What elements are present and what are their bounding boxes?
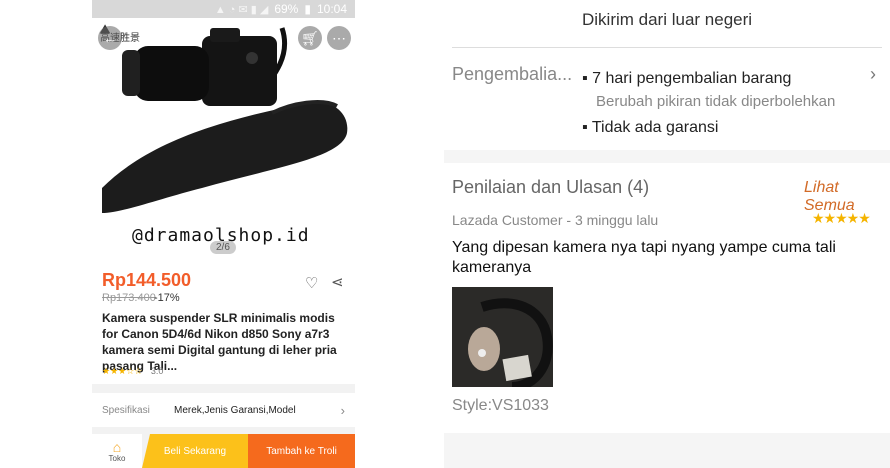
reviews-section: Penilaian dan Ulasan (4) Lihat Semua Laz…	[444, 163, 890, 433]
returns-item: ▪ 7 hari pengembalian barang	[582, 70, 792, 87]
share-icon[interactable]: ⋖	[331, 273, 344, 291]
review-text: Yang dipesan kamera nya tapi nyang yampe…	[452, 239, 836, 276]
buy-now-button[interactable]: Beli Sekarang	[142, 434, 248, 468]
store-button[interactable]: ⌂ Toko	[92, 434, 142, 468]
product-page-screenshot: ▲ ◔ ✉ ▮ ◢ 69% ▮ 10:04 ⛰ 高速胜景 ← 🛒︎ ⋯ @dra…	[92, 0, 355, 468]
returns-section[interactable]: Pengembalia... ▪ 7 hari pengembalian bar…	[444, 48, 890, 150]
product-rating[interactable]: ★★★☆☆ 3.0	[102, 366, 163, 377]
returns-item-note: Berubah pikiran tidak diperbolehkan	[596, 93, 836, 110]
battery-level: 69%	[274, 2, 299, 16]
store-label: Toko	[108, 453, 126, 463]
status-icons: ▲ ◔ ✉ ▮ ◢	[214, 3, 269, 16]
bottom-strip	[444, 433, 890, 468]
review-style: Style:VS1033	[452, 397, 549, 414]
battery-icon: ▮	[304, 2, 311, 16]
cart-button[interactable]: 🛒︎	[298, 26, 322, 50]
product-title: Kamera suspender SLR minimalis modis for…	[102, 311, 337, 373]
rating-value: 3.0	[150, 366, 164, 376]
add-to-cart-button[interactable]: Tambah ke Troli	[248, 434, 355, 468]
warranty-item: ▪ Tidak ada garansi	[582, 119, 719, 136]
clock: 10:04	[316, 2, 347, 16]
old-price: Rp173.400	[102, 292, 156, 304]
more-button[interactable]: ⋯	[327, 26, 351, 50]
review-photo-image	[452, 287, 553, 387]
review-author: Lazada Customer - 3 minggu lalu	[452, 212, 659, 228]
price: Rp144.500	[102, 270, 192, 290]
product-image[interactable]: ⛰ 高速胜景 ← 🛒︎ ⋯ @dramaolshop.id 2/6	[92, 18, 355, 262]
spec-row[interactable]: Spesifikasi Merek,Jenis Garansi,Model ›	[92, 393, 355, 427]
product-detail-screenshot: Dikirim dari luar negeri Pengembalia... …	[444, 0, 890, 468]
cart-icon: 🛒︎	[301, 29, 319, 46]
chevron-right-icon: ›	[340, 402, 345, 418]
chevron-right-icon: ›	[870, 64, 876, 84]
back-button[interactable]: ←	[98, 26, 122, 50]
status-bar: ▲ ◔ ✉ ▮ ◢ 69% ▮ 10:04	[92, 0, 355, 18]
store-icon: ⌂	[112, 438, 122, 455]
discount-badge: -17%	[154, 292, 180, 304]
image-counter: 2/6	[210, 241, 236, 254]
more-icon: ⋯	[332, 29, 346, 46]
heart-icon[interactable]: ♡	[305, 274, 318, 292]
shipping-section: Dikirim dari luar negeri	[444, 0, 890, 48]
shipping-origin: Dikirim dari luar negeri	[582, 10, 753, 29]
price-card: Rp144.500 Rp173.400 -17% ♡ ⋖ Kamera susp…	[92, 262, 355, 384]
back-arrow-icon: ←	[103, 30, 117, 46]
review-photo[interactable]	[452, 287, 553, 387]
returns-label: Pengembalia...	[452, 64, 573, 84]
spec-value: Merek,Jenis Garansi,Model	[174, 404, 296, 416]
rating-stars: ★★★☆☆	[102, 366, 143, 376]
review-stars: ★★★★★	[812, 210, 871, 226]
reviews-title: Penilaian dan Ulasan (4)	[452, 177, 650, 197]
bottom-action-bar: ⌂ Toko Beli Sekarang Tambah ke Troli	[92, 434, 355, 468]
spec-label: Spesifikasi	[102, 404, 150, 416]
